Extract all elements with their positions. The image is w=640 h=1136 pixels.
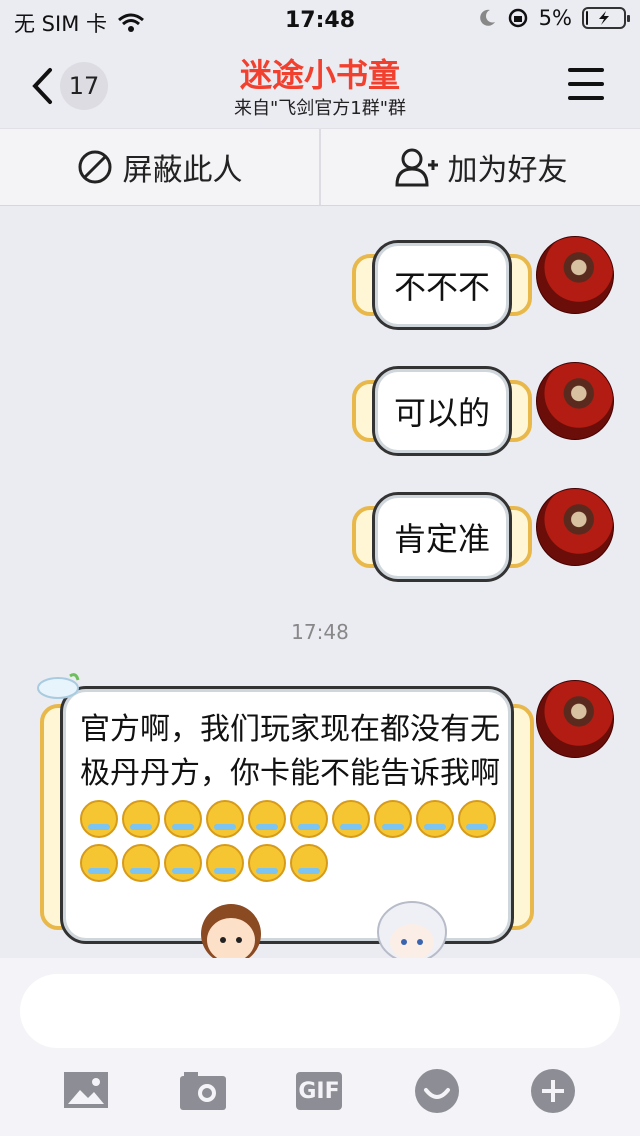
crying-emoji — [248, 799, 286, 838]
tears-of-joy-emoji — [122, 799, 160, 838]
message-bubble[interactable]: 肯定准 — [352, 492, 532, 584]
loudly-crying-emoji — [206, 843, 244, 882]
message-bubble[interactable]: 可以的 — [352, 366, 532, 458]
message-text: 官方啊，我们玩家现在都没有无极丹丹方，你卡能不能告诉我啊 — [80, 712, 500, 791]
message-text: 不不不 — [393, 268, 490, 306]
input-toolbar: GIF — [0, 1068, 640, 1118]
add-user-icon — [394, 148, 438, 187]
battery-icon — [582, 7, 630, 29]
anime-sticker-decoration — [377, 901, 447, 958]
crying-emoji — [290, 799, 328, 838]
block-button[interactable]: 屏蔽此人 — [0, 129, 319, 205]
gif-button[interactable]: GIF — [296, 1072, 342, 1110]
tears-of-joy-emoji — [164, 799, 202, 838]
long-message-content: 官方啊，我们玩家现在都没有无极丹丹方，你卡能不能告诉我啊 — [80, 708, 500, 884]
crying-emoji — [332, 799, 370, 838]
chat-subtitle: 来自"飞剑官方1群"群 — [233, 98, 406, 119]
tears-of-joy-emoji — [248, 843, 286, 882]
loudly-crying-emoji — [122, 843, 160, 882]
tears-of-joy-emoji — [80, 799, 118, 838]
add-friend-label: 加为好友 — [447, 153, 568, 188]
message-bubble[interactable]: 不不不 — [352, 240, 532, 332]
camera-icon[interactable] — [180, 1068, 226, 1114]
block-label: 屏蔽此人 — [122, 153, 243, 188]
crying-emoji — [206, 799, 244, 838]
cloud-decoration — [37, 673, 80, 699]
chat-title: 迷途小书童 — [239, 56, 400, 94]
plus-icon[interactable] — [530, 1068, 576, 1114]
moon-icon — [479, 9, 495, 26]
tears-of-joy-emoji — [290, 843, 328, 882]
message-timestamp: 17:48 — [291, 620, 349, 644]
loudly-crying-emoji — [416, 799, 454, 838]
battery-percent: 5% — [538, 6, 572, 30]
chat-header: 17 迷途小书童 来自"飞剑官方1群"群 — [0, 40, 640, 128]
message-input[interactable] — [20, 974, 620, 1048]
loudly-crying-emoji — [458, 799, 496, 838]
input-bar: GIF — [0, 958, 640, 1136]
rotation-lock-icon — [508, 8, 527, 28]
crying-emoji — [374, 799, 412, 838]
emoji-icon[interactable] — [414, 1068, 460, 1114]
loudly-crying-emoji — [80, 843, 118, 882]
add-friend-button[interactable]: 加为好友 — [319, 129, 640, 205]
avatar[interactable] — [536, 680, 614, 758]
menu-icon[interactable] — [568, 68, 604, 100]
avatar[interactable] — [536, 236, 614, 314]
avatar[interactable] — [536, 362, 614, 440]
loudly-crying-emoji — [164, 843, 202, 882]
message-text: 可以的 — [393, 394, 490, 432]
avatar[interactable] — [536, 488, 614, 566]
action-bar: 屏蔽此人 加为好友 — [0, 128, 640, 206]
message-text: 肯定准 — [393, 520, 490, 558]
status-bar: 无 SIM 卡 17:48 5% — [0, 0, 640, 40]
girl-sticker-decoration — [201, 904, 261, 958]
image-icon[interactable] — [64, 1068, 110, 1114]
block-icon — [78, 150, 111, 184]
